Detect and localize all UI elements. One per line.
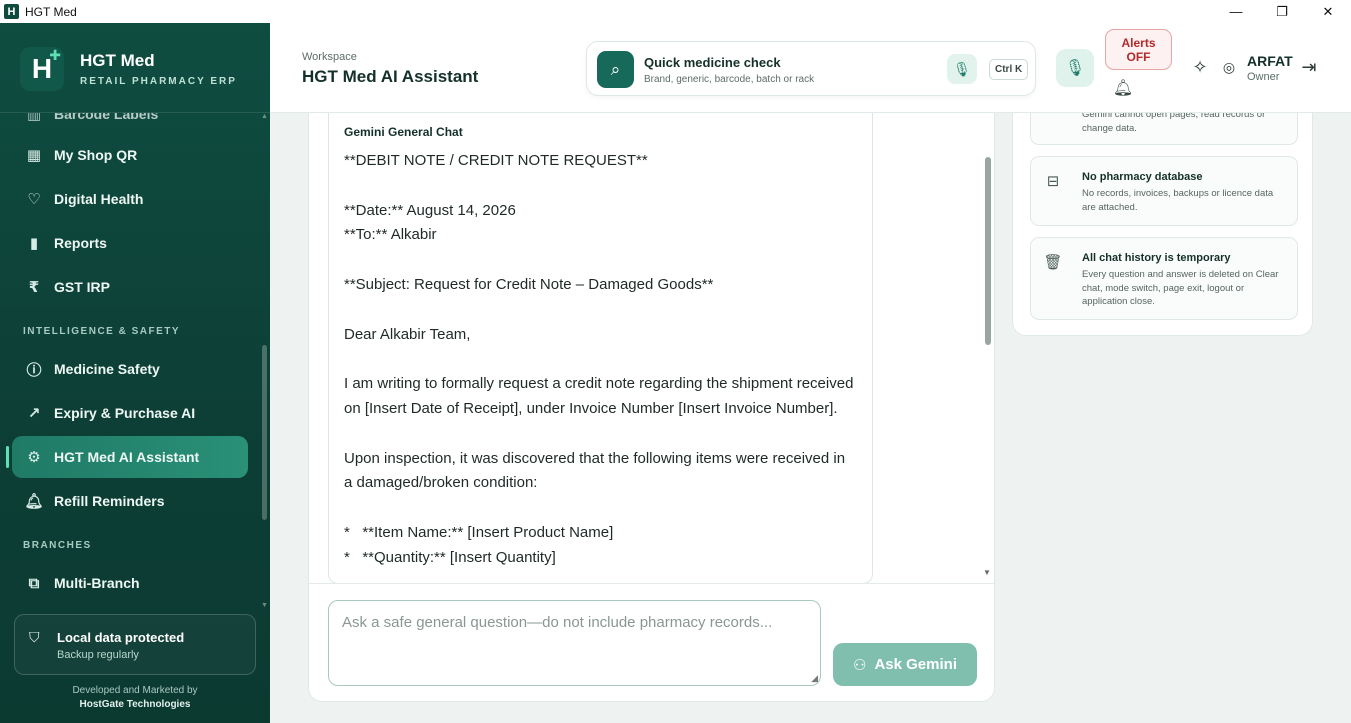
sidebar-item-multi-branch[interactable]: ⧉ Multi-Branch xyxy=(12,562,248,604)
alerts-toggle-button[interactable]: Alerts OFF xyxy=(1105,29,1172,70)
info-card-text: Every question and answer is deleted on … xyxy=(1082,269,1279,307)
chat-bubble-header: Gemini General Chat xyxy=(344,125,463,139)
brand-header: H ✚ HGT Med RETAIL PHARMACY ERP xyxy=(0,23,270,113)
notification-bell-icon[interactable]: 🔔︎ xyxy=(1112,77,1134,99)
trend-icon: ↗ xyxy=(27,405,41,422)
shield-check-icon: ⛉ xyxy=(29,629,40,645)
sidebar-item-digital-health[interactable]: ♡ Digital Health xyxy=(12,178,248,220)
sidebar-item-label: Refill Reminders xyxy=(54,493,165,509)
brand-name: HGT Med xyxy=(80,51,155,70)
robot-icon: ⚙ xyxy=(27,449,41,466)
quick-medicine-check[interactable]: ⌕ Quick medicine check Brand, generic, b… xyxy=(586,41,1036,96)
brand-logo: H ✚ xyxy=(20,47,64,91)
scroll-down-arrow[interactable]: ▼ xyxy=(261,602,268,609)
sidebar-item-label: Reports xyxy=(54,235,107,251)
sidebar-item-expiry-purchase-ai[interactable]: ↗ Expiry & Purchase AI xyxy=(12,392,248,434)
sidebar-scrollbar[interactable] xyxy=(262,345,267,520)
archive-icon: ⊟ xyxy=(1046,173,1060,190)
logout-icon[interactable]: ⇥ xyxy=(1298,56,1320,78)
minimize-button[interactable]: — xyxy=(1213,0,1259,23)
sidebar-item-my-shop-qr[interactable]: ▦ My Shop QR xyxy=(12,134,248,176)
sidebar-item-label: Digital Health xyxy=(54,191,144,207)
sidebar-item-refill-reminders[interactable]: 🔔︎ Refill Reminders xyxy=(12,480,248,522)
sidebar: H ✚ HGT Med RETAIL PHARMACY ERP ▥ Barcode… xyxy=(0,23,270,723)
sidebar-item-label: Medicine Safety xyxy=(54,361,160,377)
chat-message-bubble: Gemini General Chat **DEBIT NOTE / CREDI… xyxy=(328,113,873,584)
window-title: HGT Med xyxy=(25,4,77,19)
section-intelligence-safety: INTELLIGENCE & SAFETY xyxy=(23,326,181,337)
voice-command-button[interactable]: 🎙︎ xyxy=(1056,49,1094,87)
info-card-temporary-history: 🗑︎ All chat history is temporary Every q… xyxy=(1030,237,1298,320)
sidebar-item-label: GST IRP xyxy=(54,279,111,295)
barcode-icon: ▥ xyxy=(26,113,42,123)
sparkle-icon[interactable]: ✧ xyxy=(1188,55,1212,79)
info-card-no-access: Gemini cannot open pages, read records o… xyxy=(1030,113,1298,145)
user-role: Owner xyxy=(1247,71,1280,83)
data-protection-card: ⛉ Local data protected Backup regularly xyxy=(14,614,256,675)
alert-circle-icon: ⓘ xyxy=(26,361,42,379)
maximize-button[interactable]: ❐ xyxy=(1259,0,1305,23)
plus-icon: ✚ xyxy=(49,47,61,63)
section-branches: BRANCHES xyxy=(23,540,92,551)
privacy-info-panel: Gemini cannot open pages, read records o… xyxy=(1012,113,1313,336)
user-name: ARFAT xyxy=(1247,53,1293,69)
quick-check-mic-button[interactable]: 🎙︎ xyxy=(947,54,977,84)
alerts-state: OFF xyxy=(1126,50,1151,64)
sidebar-item-reports[interactable]: ▮ Reports xyxy=(12,222,248,264)
info-card-text: No records, invoices, backups or licence… xyxy=(1082,188,1274,213)
chat-scroll-down-arrow[interactable]: ▼ xyxy=(983,568,991,577)
bell-icon: 🔔︎ xyxy=(24,493,44,510)
rupee-document-icon: ₹ xyxy=(28,279,40,296)
bar-chart-icon: ▮ xyxy=(29,235,39,252)
alerts-label: Alerts xyxy=(1121,36,1156,50)
chat-panel: Gemini General Chat **DEBIT NOTE / CREDI… xyxy=(308,113,995,702)
heart-pulse-icon: ♡ xyxy=(27,191,41,208)
qr-icon: ▦ xyxy=(26,147,42,164)
composer-divider xyxy=(309,583,994,584)
info-card-title: All chat history is temporary xyxy=(1082,252,1231,264)
robot-icon: ⚇ xyxy=(853,656,867,674)
sidebar-item-label: Expiry & Purchase AI xyxy=(54,405,196,421)
sidebar-item-medicine-safety[interactable]: ⓘ Medicine Safety xyxy=(12,348,248,390)
sidebar-nav[interactable]: ▥ Barcode Labels ▲ ▦ My Shop QR ♡ Digita… xyxy=(0,113,270,609)
sidebar-item-label: HGT Med AI Assistant xyxy=(54,449,200,465)
quick-check-subtitle: Brand, generic, barcode, batch or rack xyxy=(644,74,815,85)
close-button[interactable]: ✕ xyxy=(1305,0,1351,23)
brand-subtitle: RETAIL PHARMACY ERP xyxy=(80,76,237,87)
sidebar-item-label: My Shop QR xyxy=(54,147,138,163)
quick-check-title: Quick medicine check xyxy=(644,55,781,70)
shortcut-badge: Ctrl K xyxy=(989,59,1029,80)
sidebar-item-label: Multi-Branch xyxy=(54,575,140,591)
app-icon: H xyxy=(4,4,19,19)
question-input-placeholder: Ask a safe general question—do not inclu… xyxy=(342,614,773,631)
protect-title: Local data protected xyxy=(57,630,185,645)
ask-gemini-button[interactable]: ⚇ Ask Gemini xyxy=(833,643,977,686)
active-indicator xyxy=(6,446,9,468)
trash-icon: 🗑︎ xyxy=(1043,254,1063,271)
info-card-title: No pharmacy database xyxy=(1082,171,1203,183)
medicine-box-icon: ⌕ xyxy=(597,51,634,88)
sidebar-item-ai-assistant[interactable]: ⚙ HGT Med AI Assistant xyxy=(12,436,248,478)
info-card-text: Gemini cannot open pages, read records o… xyxy=(1082,113,1266,134)
question-input[interactable]: Ask a safe general question—do not inclu… xyxy=(328,600,821,686)
developer-credit: Developed and Marketed by xyxy=(72,685,198,696)
developer-name: HostGate Technologies xyxy=(79,699,191,710)
window-titlebar: H HGT Med — ❐ ✕ xyxy=(0,0,1351,23)
chat-message-text: **DEBIT NOTE / CREDIT NOTE REQUEST** **D… xyxy=(344,152,854,566)
info-card-no-database: ⊟ No pharmacy database No records, invoi… xyxy=(1030,156,1298,226)
sidebar-item-barcode-labels[interactable]: ▥ Barcode Labels xyxy=(12,113,248,135)
ask-gemini-label: Ask Gemini xyxy=(874,656,957,673)
chat-scrollbar-thumb[interactable] xyxy=(985,157,991,345)
workspace-label: Workspace xyxy=(302,51,357,63)
page-title: HGT Med AI Assistant xyxy=(302,67,479,86)
sidebar-item-label: Barcode Labels xyxy=(54,113,159,122)
user-icon: ◎ xyxy=(1222,58,1236,75)
protect-subtitle: Backup regularly xyxy=(57,649,139,661)
top-header: Workspace HGT Med AI Assistant ⌕ Quick m… xyxy=(270,23,1351,113)
sidebar-item-gst-irp[interactable]: ₹ GST IRP xyxy=(12,266,248,308)
network-icon: ⧉ xyxy=(28,574,40,592)
scroll-up-arrow[interactable]: ▲ xyxy=(261,113,268,120)
resize-grip-icon[interactable]: ◢ xyxy=(811,673,818,684)
